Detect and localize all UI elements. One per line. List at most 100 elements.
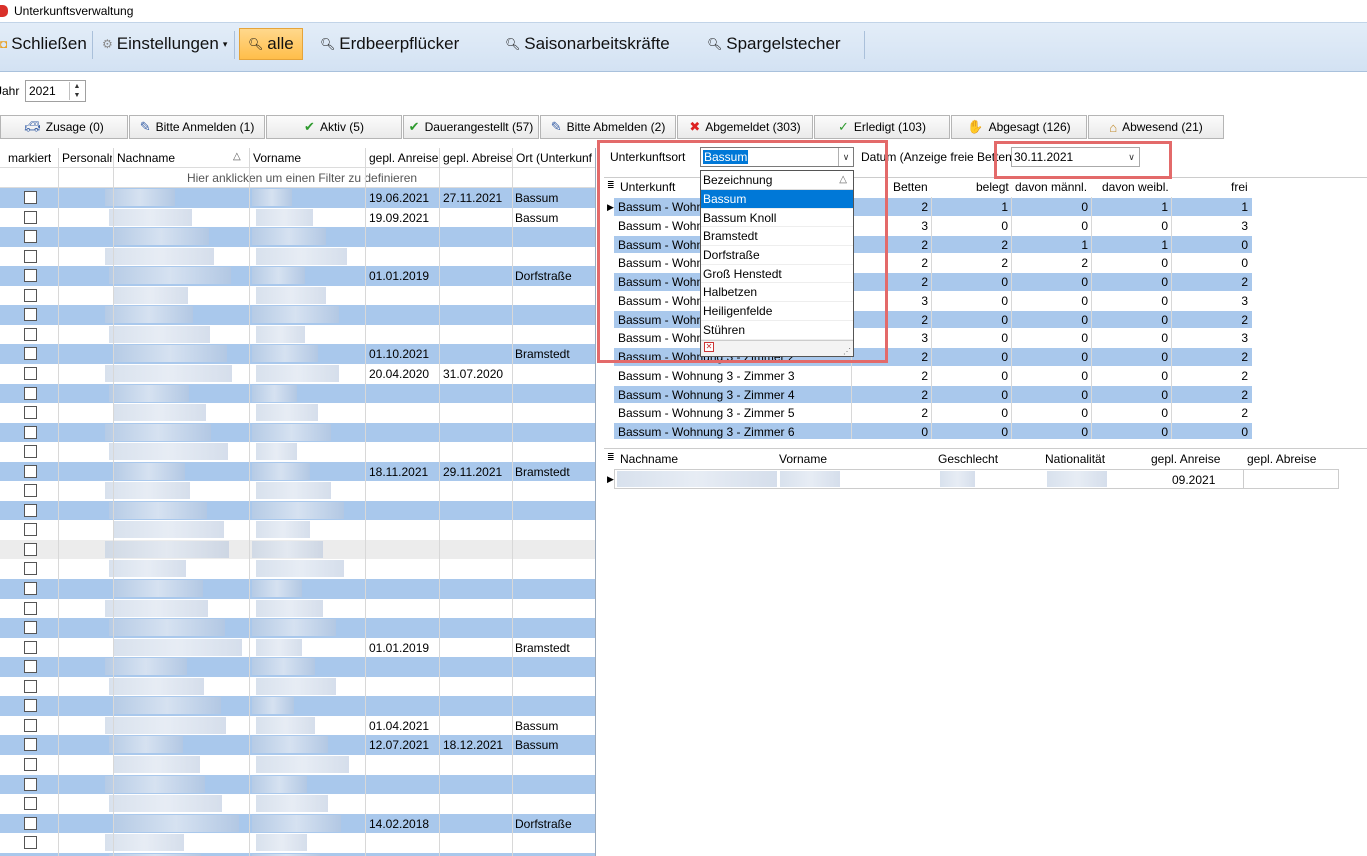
spin-up-icon[interactable]: ▲: [70, 82, 84, 91]
filter-asparagus-button[interactable]: 🔍︎ Spargelstecher: [707, 29, 841, 59]
row-checkbox[interactable]: [24, 523, 37, 537]
filter-seasonal-button[interactable]: 🔍︎ Saisonarbeitskräfte: [505, 29, 670, 59]
row-checkbox[interactable]: [24, 621, 37, 635]
table-row[interactable]: [0, 500, 595, 521]
row-checkbox[interactable]: [24, 718, 37, 732]
close-button[interactable]: ◘ Schließen: [0, 29, 87, 59]
table-row[interactable]: [0, 618, 595, 638]
tab-bitte-abmelden[interactable]: ✎ Bitte Abmelden (2): [540, 115, 676, 139]
row-checkbox[interactable]: [24, 210, 37, 224]
col-markiert[interactable]: markiert: [8, 151, 51, 165]
table-row[interactable]: 19.09.2021 Bassum: [0, 208, 595, 228]
occupant-row[interactable]: 09.2021: [614, 469, 1339, 489]
row-checkbox[interactable]: [24, 406, 37, 420]
row-checkbox[interactable]: [24, 542, 37, 556]
year-spin-buttons[interactable]: ▲ ▼: [69, 82, 84, 100]
row-checkbox[interactable]: [24, 640, 37, 654]
col-nachname[interactable]: Nachname: [117, 151, 175, 165]
table-row[interactable]: [0, 794, 595, 814]
col-gepl-anreise[interactable]: gepl. Anreise: [1151, 452, 1220, 466]
row-checkbox[interactable]: [24, 191, 37, 204]
row-checkbox[interactable]: [24, 230, 37, 244]
year-spinner[interactable]: 2021 ▲ ▼: [25, 80, 86, 102]
table-row[interactable]: 12.07.2021 18.12.2021 Bassum: [0, 735, 595, 755]
table-row[interactable]: Bassum - Wohnung 3 - Zimmer 5 2 0 0 0 2: [614, 404, 1252, 424]
row-checkbox[interactable]: [24, 249, 37, 263]
col-betten[interactable]: Betten: [893, 180, 928, 194]
row-checkbox[interactable]: [24, 777, 37, 791]
col-gepl-abreise[interactable]: gepl. Abreise: [1247, 452, 1316, 466]
row-checkbox[interactable]: [24, 288, 37, 302]
col-weibl[interactable]: davon weibl.: [1102, 180, 1169, 194]
table-row[interactable]: [0, 286, 595, 306]
table-row[interactable]: 19.06.2021 27.11.2021 Bassum: [0, 188, 595, 208]
row-checkbox[interactable]: [24, 660, 37, 674]
col-vorname[interactable]: Vorname: [253, 151, 301, 165]
filter-row[interactable]: Hier anklicken um einen Filter zu defini…: [0, 168, 595, 188]
table-row[interactable]: Bassum - Wohnung 3 - Zimmer 4 2 0 0 0 2: [614, 385, 1252, 405]
row-checkbox[interactable]: [24, 347, 37, 361]
table-row[interactable]: 14.02.2018 Dorfstraße: [0, 813, 595, 834]
col-gepl-abreise[interactable]: gepl. Abreise: [443, 151, 512, 165]
column-chooser-icon[interactable]: ≣: [607, 452, 615, 463]
tab-zusage[interactable]: 🚙︎ Zusage (0): [0, 115, 128, 139]
row-checkbox[interactable]: [24, 679, 37, 693]
employee-grid[interactable]: markiert Personalr Nachname △ Vorname ge…: [0, 148, 596, 856]
table-row[interactable]: [0, 383, 595, 403]
row-checkbox[interactable]: [24, 601, 37, 615]
table-row[interactable]: Bassum - Wohnung 3 - Zimmer 3 2 0 0 0 2: [614, 367, 1252, 386]
row-checkbox[interactable]: [24, 327, 37, 341]
row-checkbox[interactable]: [24, 464, 37, 478]
table-row[interactable]: 01.04.2021 Bassum: [0, 716, 595, 736]
col-ort[interactable]: Ort (Unterkunf: [516, 151, 595, 165]
table-row[interactable]: [0, 403, 595, 423]
row-checkbox[interactable]: [24, 386, 37, 400]
row-checkbox[interactable]: [24, 366, 37, 380]
col-maennl[interactable]: davon männl.: [1015, 180, 1087, 194]
row-checkbox[interactable]: [24, 797, 37, 811]
row-checkbox[interactable]: [24, 445, 37, 459]
tab-bitte-anmelden[interactable]: ✎ Bitte Anmelden (1): [129, 115, 265, 139]
table-row[interactable]: Bassum - Wohnung 3 - Zimmer 6 0 0 0 0 0: [614, 423, 1252, 439]
col-belegt[interactable]: belegt: [976, 180, 1009, 194]
filter-strawberry-button[interactable]: 🔍︎ Erdbeerpflücker: [320, 29, 459, 59]
occupant-grid[interactable]: ≣ Nachname Vorname Geschlecht Nationalit…: [604, 448, 1367, 856]
col-frei[interactable]: frei: [1231, 180, 1248, 194]
table-row[interactable]: 01.01.2019 Dorfstraße: [0, 266, 595, 286]
col-gepl-anreise[interactable]: gepl. Anreise: [369, 151, 438, 165]
table-row[interactable]: [0, 325, 595, 345]
row-checkbox[interactable]: [24, 425, 37, 439]
table-row[interactable]: 01.10.2021 Bramstedt: [0, 344, 595, 364]
tab-abgemeldet[interactable]: ✖ Abgemeldet (303): [677, 115, 813, 139]
col-nachname[interactable]: Nachname: [620, 452, 678, 466]
table-row[interactable]: [0, 833, 595, 853]
col-geschlecht[interactable]: Geschlecht: [938, 452, 998, 466]
tab-aktiv[interactable]: ✔ Aktiv (5): [266, 115, 402, 139]
row-checkbox[interactable]: [24, 699, 37, 713]
tab-abwesend[interactable]: ⌂ Abwesend (21): [1088, 115, 1224, 139]
row-checkbox[interactable]: [24, 562, 37, 576]
table-row[interactable]: [0, 305, 595, 325]
row-checkbox[interactable]: [24, 757, 37, 771]
row-checkbox[interactable]: [24, 836, 37, 850]
tab-erledigt[interactable]: ✓ Erledigt (103): [814, 115, 950, 139]
col-vorname[interactable]: Vorname: [779, 452, 827, 466]
table-row[interactable]: [0, 247, 595, 267]
spin-down-icon[interactable]: ▼: [70, 91, 84, 100]
table-row[interactable]: [0, 696, 595, 716]
row-checkbox[interactable]: [24, 503, 37, 517]
table-row[interactable]: [0, 539, 595, 560]
table-row[interactable]: [0, 657, 595, 677]
table-row[interactable]: [0, 579, 595, 599]
table-row[interactable]: 20.04.2020 31.07.2020: [0, 364, 595, 384]
tab-abgesagt[interactable]: ✋ Abgesagt (126): [951, 115, 1087, 139]
row-checkbox[interactable]: [24, 308, 37, 322]
table-row[interactable]: [0, 481, 595, 501]
table-row[interactable]: 01.01.2019 Bramstedt: [0, 638, 595, 658]
col-nationalitaet[interactable]: Nationalität: [1045, 452, 1105, 466]
table-row[interactable]: [0, 227, 595, 247]
row-checkbox[interactable]: [24, 484, 37, 498]
table-row[interactable]: [0, 442, 595, 462]
tab-dauerangestellt[interactable]: ✔ Dauerangestellt (57): [403, 115, 539, 139]
row-checkbox[interactable]: [24, 582, 37, 595]
